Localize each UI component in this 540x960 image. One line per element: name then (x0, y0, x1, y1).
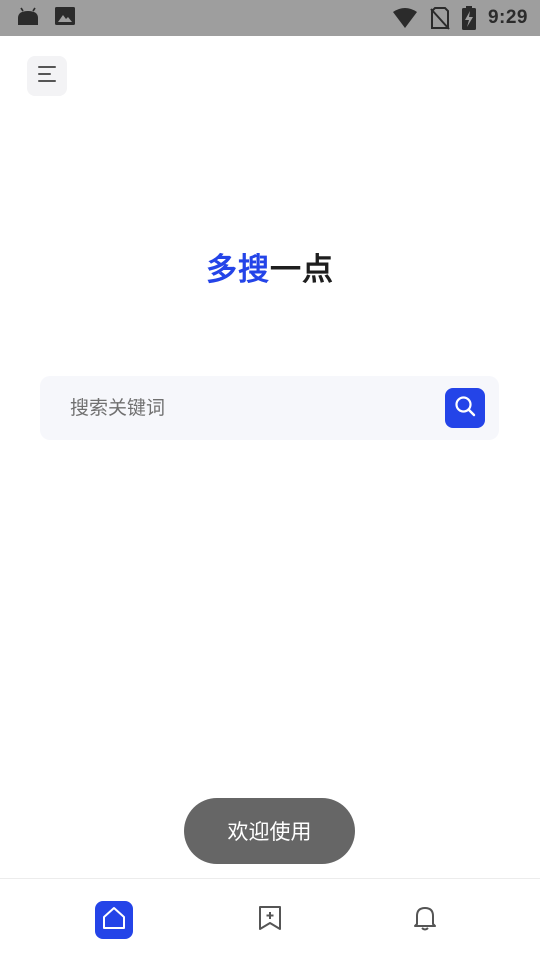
home-icon (101, 905, 127, 935)
app-logo: 多搜一点 (0, 248, 540, 292)
bookmark-add-icon (257, 904, 283, 936)
nav-home[interactable] (95, 901, 133, 939)
no-sim-icon (430, 6, 450, 30)
search-input[interactable] (70, 376, 430, 440)
logo-part-a: 多搜 (206, 252, 270, 288)
nav-notifications[interactable] (406, 901, 444, 939)
status-bar-right: 9:29 (392, 4, 528, 32)
android-icon (16, 5, 40, 27)
status-time: 9:29 (487, 7, 528, 28)
nav-bookmark[interactable] (251, 901, 289, 939)
search-icon (453, 394, 477, 422)
bottom-nav (0, 878, 540, 960)
toast-text: 欢迎使用 (227, 820, 312, 844)
bell-icon (412, 904, 438, 936)
image-icon (54, 6, 76, 26)
status-bar: 9:29 (0, 0, 540, 36)
menu-icon (37, 65, 57, 87)
battery-charging-icon (461, 6, 476, 30)
menu-button[interactable] (27, 56, 67, 96)
search-button[interactable] (445, 388, 485, 428)
app-screen: 9:29 多搜一点 欢迎使用 (0, 0, 540, 960)
search-box (40, 376, 499, 440)
logo-part-b: 一点 (270, 252, 334, 288)
welcome-toast: 欢迎使用 (184, 798, 355, 864)
status-bar-left (16, 5, 76, 27)
wifi-icon (392, 7, 418, 29)
